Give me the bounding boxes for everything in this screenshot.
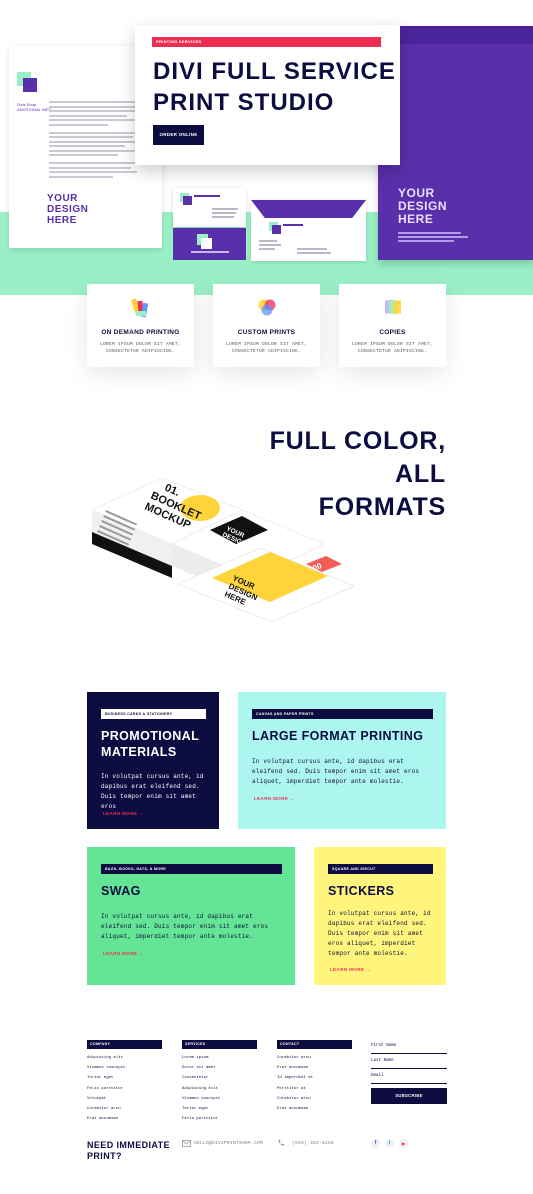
first-name-field[interactable]: First Name bbox=[371, 1040, 447, 1054]
footer-link[interactable]: Volutpat bbox=[87, 1094, 162, 1104]
hero-tag: PRINTING SERVICES bbox=[152, 37, 381, 47]
footer-link[interactable]: Adipiscing elit bbox=[182, 1084, 257, 1094]
business-card-front bbox=[173, 188, 246, 227]
service-title: CUSTOM PRINTS bbox=[237, 329, 296, 336]
email-field[interactable]: Email bbox=[371, 1070, 447, 1084]
footer-contact-column: CONTACT Curabitur arcu Erat accumsan Id … bbox=[277, 1040, 352, 1114]
category-tag: BUSINESS CARDS & STATIONERY bbox=[101, 709, 206, 719]
footer-link[interactable]: Curabitur arcu bbox=[277, 1094, 352, 1104]
learn-more-link[interactable]: LEARN MORE → bbox=[330, 967, 371, 972]
footer-link[interactable]: Lorem ipsum bbox=[182, 1053, 257, 1063]
need-print-heading: NEED IMMEDIATE PRINT? bbox=[87, 1140, 170, 1161]
color-drop-icon bbox=[258, 299, 276, 316]
footer-link[interactable]: Curabitur arcu bbox=[87, 1104, 162, 1114]
footer-link[interactable]: Erat accumsan bbox=[277, 1104, 352, 1114]
category-desc: In volutpat cursus ante, id dapibus erat… bbox=[328, 910, 431, 957]
letterhead-your-design: YOUR DESIGN HERE bbox=[47, 193, 89, 226]
category-swag[interactable]: BAGS, BOOKS, HATS, & MORE SWAG In volutp… bbox=[87, 847, 295, 985]
category-desc: In volutpat cursus ante, id dapibus erat… bbox=[101, 773, 204, 810]
order-online-button[interactable]: ORDER ONLINE bbox=[153, 125, 204, 145]
category-desc: In volutpat cursus ante, id dapibus erat… bbox=[101, 913, 269, 940]
footer-link[interactable]: Felis porttitor bbox=[87, 1084, 162, 1094]
category-title: SWAG bbox=[101, 884, 141, 898]
category-title: STICKERS bbox=[328, 884, 395, 898]
letterhead-text-lines bbox=[49, 101, 147, 180]
category-large-format[interactable]: CANVAS AND PAPER PRINTS LARGE FORMAT PRI… bbox=[238, 692, 446, 829]
subscribe-button[interactable]: SUBSCRIBE bbox=[371, 1088, 447, 1104]
logo-square-purple bbox=[23, 78, 37, 92]
envelope-small-mockup bbox=[251, 200, 366, 261]
footer-link[interactable]: Tortor eget bbox=[87, 1073, 162, 1083]
contact-phone[interactable]: (555) 352-6258 bbox=[292, 1141, 334, 1146]
printer-swatch-icon bbox=[130, 298, 149, 318]
footer-link[interactable]: Dolor sit amet bbox=[182, 1063, 257, 1073]
last-name-field[interactable]: Last Name bbox=[371, 1055, 447, 1069]
learn-more-link[interactable]: LEARN MORE → bbox=[103, 951, 144, 956]
footer-link[interactable]: Curabitur arcu bbox=[277, 1053, 352, 1063]
youtube-icon[interactable]: ▶ bbox=[399, 1139, 408, 1148]
service-desc: LOREM IPSUM DOLOR SIT AMET, CONSECTETUR … bbox=[225, 342, 307, 354]
mail-icon bbox=[182, 1140, 191, 1147]
footer-link[interactable]: Erat accumsan bbox=[87, 1114, 162, 1124]
envelope-your-design: YOUR DESIGN HERE bbox=[398, 186, 448, 226]
service-card-custom-prints[interactable]: CUSTOM PRINTS LOREM IPSUM DOLOR SIT AMET… bbox=[213, 284, 320, 367]
copies-icon bbox=[385, 299, 401, 315]
twitter-icon[interactable]: t bbox=[385, 1139, 394, 1148]
service-desc: LOREM IPSUM DOLOR SIT AMET, CONSECTETUR … bbox=[99, 342, 181, 354]
footer-services-column: SERVICES Lorem ipsum Dolor sit amet Cons… bbox=[182, 1040, 257, 1124]
footer-link[interactable]: Tortor eget bbox=[182, 1104, 257, 1114]
service-title: COPIES bbox=[379, 329, 406, 336]
phone-icon bbox=[278, 1139, 285, 1146]
contact-email[interactable]: HELLO@DIVIPRINTSHOP.COM bbox=[194, 1141, 263, 1146]
footer-company-column: COMPANY Adipiscing elit Vivamus suscipit… bbox=[87, 1040, 162, 1124]
category-title: PROMOTIONAL MATERIALS bbox=[101, 729, 200, 759]
category-stickers[interactable]: SQUARE AND DIECUT STICKERS In volutpat c… bbox=[314, 847, 446, 985]
category-tag: SQUARE AND DIECUT bbox=[328, 864, 433, 874]
footer-heading: SERVICES bbox=[182, 1040, 257, 1049]
business-card-back bbox=[173, 228, 246, 260]
hero-section: Diviz Shop ADDITIONAL INFO YOUR DESIGN HERE bbox=[0, 0, 533, 295]
footer-heading: CONTACT bbox=[277, 1040, 352, 1049]
footer-link[interactable]: Porttitor at bbox=[277, 1084, 352, 1094]
category-desc: In volutpat cursus ante, id dapibus erat… bbox=[252, 758, 420, 785]
footer-link[interactable]: Vivamus suscipit bbox=[87, 1063, 162, 1073]
learn-more-link[interactable]: LEARN MORE → bbox=[254, 796, 295, 801]
footer-link[interactable]: Erat accumsan bbox=[277, 1063, 352, 1073]
footer-link[interactable]: Adipiscing elit bbox=[87, 1053, 162, 1063]
footer-link[interactable]: Felis porttitor bbox=[182, 1114, 257, 1124]
service-desc: LOREM IPSUM DOLOR SIT AMET, CONSECTETUR … bbox=[351, 342, 433, 354]
newsletter-form: First Name Last Name Email SUBSCRIBE bbox=[371, 1040, 447, 1104]
category-tag: BAGS, BOOKS, HATS, & MORE bbox=[101, 864, 282, 874]
category-title: LARGE FORMAT PRINTING bbox=[252, 729, 424, 743]
footer-link[interactable]: Vivamus suscipit bbox=[182, 1094, 257, 1104]
footer-link[interactable]: Consectetur bbox=[182, 1073, 257, 1083]
footer-heading: COMPANY bbox=[87, 1040, 162, 1049]
large-envelope-mockup: YOUR DESIGN HERE bbox=[378, 26, 533, 260]
hero-title: DIVI FULL SERVICE PRINT STUDIO bbox=[153, 58, 396, 116]
facebook-icon[interactable]: f bbox=[371, 1139, 380, 1148]
learn-more-link[interactable]: LEARN MORE → bbox=[103, 811, 144, 816]
booklet-mockup-image: 01. BOOKLET MOCKUP YOUR DESIGN HERE 00 Y… bbox=[92, 477, 354, 623]
service-title: ON DEMAND PRINTING bbox=[101, 329, 180, 336]
service-card-on-demand[interactable]: ON DEMAND PRINTING LOREM IPSUM DOLOR SIT… bbox=[87, 284, 194, 367]
footer-link[interactable]: Id imperdiet et bbox=[277, 1073, 352, 1083]
category-promotional[interactable]: BUSINESS CARDS & STATIONERY PROMOTIONAL … bbox=[87, 692, 219, 829]
service-card-copies[interactable]: COPIES LOREM IPSUM DOLOR SIT AMET, CONSE… bbox=[339, 284, 446, 367]
letterhead-company: Diviz Shop ADDITIONAL INFO bbox=[17, 102, 52, 112]
category-tag: CANVAS AND PAPER PRINTS bbox=[252, 709, 433, 719]
hero-card: PRINTING SERVICES DIVI FULL SERVICE PRIN… bbox=[135, 25, 400, 165]
